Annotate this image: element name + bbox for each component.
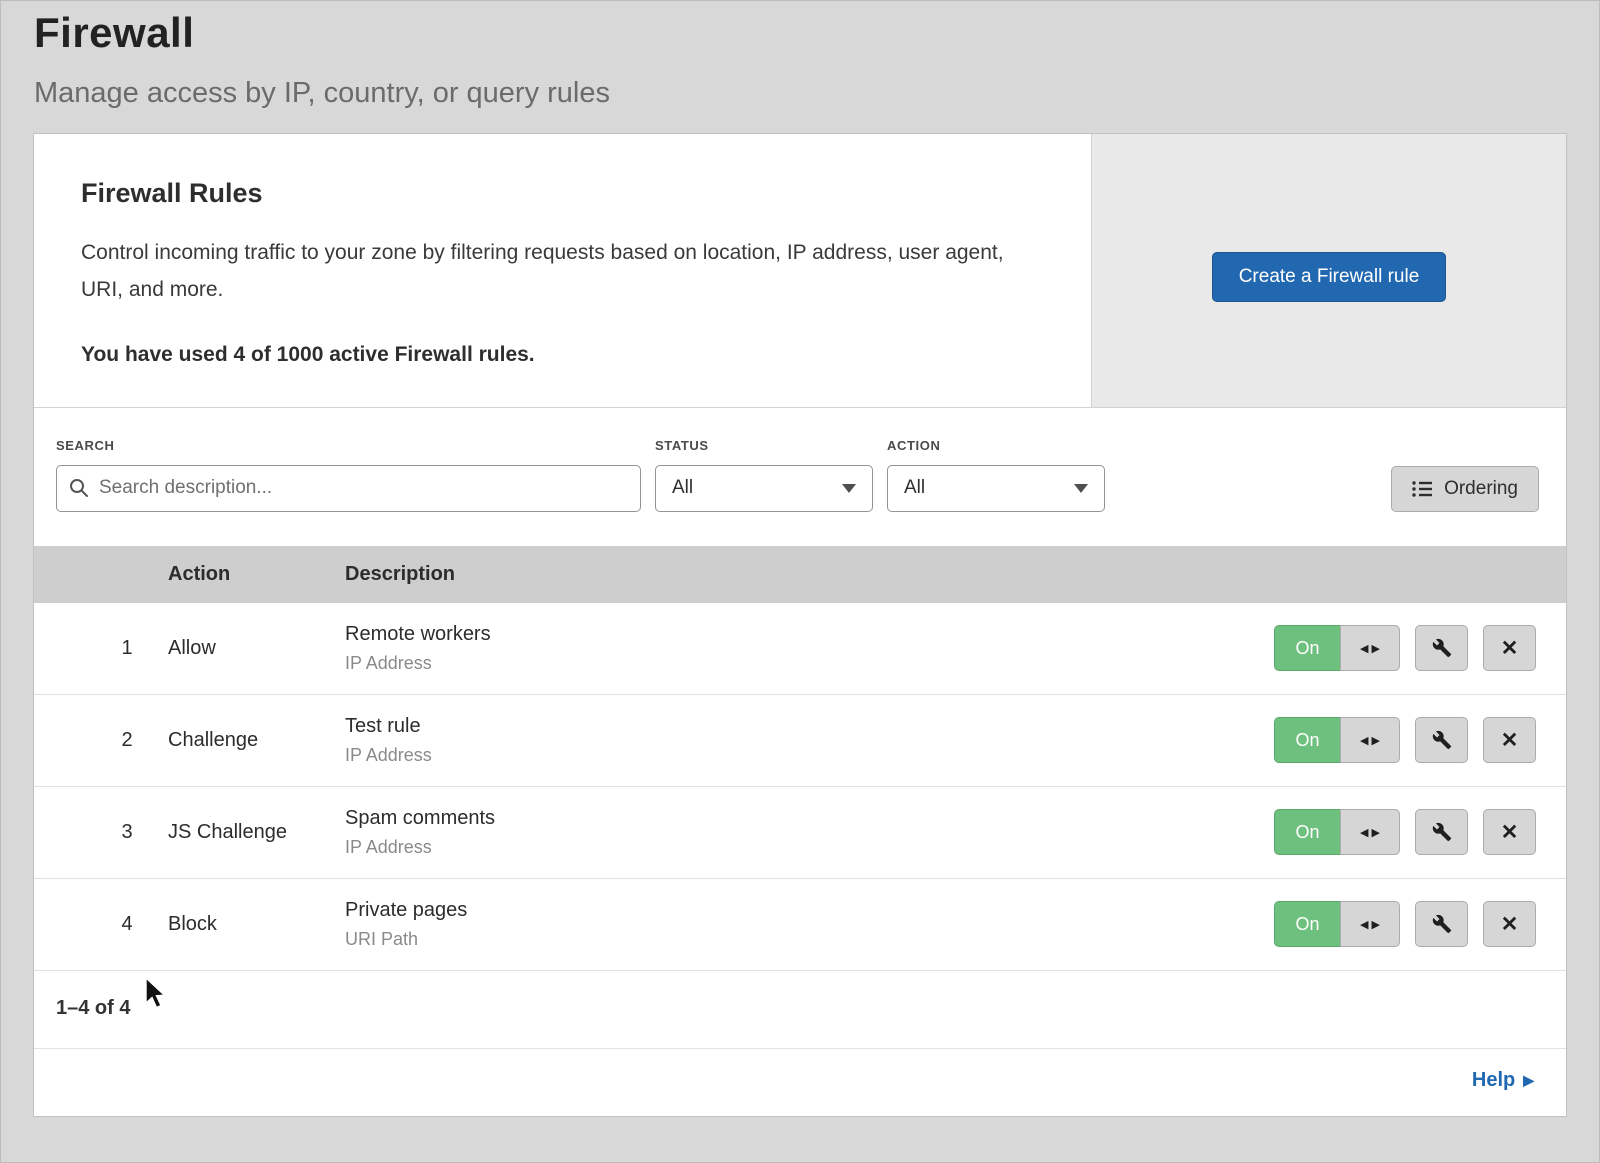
- rule-reorder-control[interactable]: ◀▶: [1340, 809, 1400, 855]
- rule-description: Private pages: [345, 899, 1246, 922]
- arrow-left-icon: ◀: [1360, 642, 1368, 655]
- rule-edit-button[interactable]: [1415, 901, 1468, 947]
- wrench-icon: [1432, 730, 1452, 750]
- status-filter: STATUS All: [655, 438, 873, 512]
- rule-priority: 3: [34, 821, 168, 844]
- arrow-right-icon: ▶: [1372, 918, 1380, 931]
- rule-edit-button[interactable]: [1415, 625, 1468, 671]
- rule-field-type: IP Address: [345, 837, 1246, 858]
- filters-bar: SEARCH STATUS All ACTION All: [34, 408, 1566, 546]
- rule-reorder-control[interactable]: ◀▶: [1340, 625, 1400, 671]
- action-select-value: All: [904, 477, 925, 499]
- page-subtitle: Manage access by IP, country, or query r…: [34, 77, 1566, 110]
- rules-heading: Firewall Rules: [81, 178, 1021, 209]
- table-row: 3 JS Challenge Spam comments IP Address …: [34, 787, 1566, 879]
- rule-action: Allow: [168, 637, 345, 660]
- table-row: 1 Allow Remote workers IP Address On ◀▶ …: [34, 603, 1566, 695]
- action-label: ACTION: [887, 438, 1105, 453]
- rule-enabled-toggle[interactable]: On: [1274, 717, 1340, 763]
- chevron-down-icon: [842, 484, 856, 493]
- help-link-label: Help: [1472, 1069, 1515, 1092]
- rule-delete-button[interactable]: ✕: [1483, 625, 1536, 671]
- help-link[interactable]: Help ▶: [1472, 1069, 1534, 1092]
- table-row: 4 Block Private pages URI Path On ◀▶ ✕: [34, 879, 1566, 971]
- arrow-right-icon: ▶: [1372, 642, 1380, 655]
- help-row: Help ▶: [34, 1049, 1566, 1116]
- create-firewall-rule-button[interactable]: Create a Firewall rule: [1212, 252, 1447, 302]
- rule-description: Spam comments: [345, 807, 1246, 830]
- search-label: SEARCH: [56, 438, 641, 453]
- rules-panel-text: Firewall Rules Control incoming traffic …: [34, 134, 1091, 407]
- rule-field-type: IP Address: [345, 745, 1246, 766]
- ordering-list-icon: [1412, 480, 1432, 498]
- arrow-right-icon: ▶: [1523, 1072, 1534, 1089]
- arrow-right-icon: ▶: [1372, 734, 1380, 747]
- rule-description: Remote workers: [345, 623, 1246, 646]
- rule-delete-button[interactable]: ✕: [1483, 809, 1536, 855]
- rules-description: Control incoming traffic to your zone by…: [81, 235, 1021, 309]
- rule-field-type: URI Path: [345, 929, 1246, 950]
- arrow-right-icon: ▶: [1372, 826, 1380, 839]
- close-icon: ✕: [1501, 728, 1519, 753]
- action-select[interactable]: All: [887, 465, 1105, 512]
- column-header-action: Action: [168, 563, 345, 586]
- rule-enabled-toggle[interactable]: On: [1274, 901, 1340, 947]
- rule-delete-button[interactable]: ✕: [1483, 717, 1536, 763]
- rule-action: Challenge: [168, 729, 345, 752]
- rule-action: JS Challenge: [168, 821, 345, 844]
- table-header: Action Description: [34, 546, 1566, 603]
- firewall-card: Firewall Rules Control incoming traffic …: [34, 134, 1566, 1116]
- arrow-left-icon: ◀: [1360, 734, 1368, 747]
- rules-panel: Firewall Rules Control incoming traffic …: [34, 134, 1566, 408]
- search-filter: SEARCH: [56, 438, 641, 512]
- rule-enabled-toggle[interactable]: On: [1274, 625, 1340, 671]
- rule-edit-button[interactable]: [1415, 717, 1468, 763]
- status-select[interactable]: All: [655, 465, 873, 512]
- arrow-left-icon: ◀: [1360, 918, 1368, 931]
- rule-field-type: IP Address: [345, 653, 1246, 674]
- rule-priority: 4: [34, 913, 168, 936]
- rule-edit-button[interactable]: [1415, 809, 1468, 855]
- close-icon: ✕: [1501, 636, 1519, 661]
- page-header: Firewall Manage access by IP, country, o…: [1, 1, 1599, 110]
- rule-reorder-control[interactable]: ◀▶: [1340, 901, 1400, 947]
- rule-priority: 1: [34, 637, 168, 660]
- chevron-down-icon: [1074, 484, 1088, 493]
- wrench-icon: [1432, 822, 1452, 842]
- arrow-left-icon: ◀: [1360, 826, 1368, 839]
- page-title: Firewall: [34, 9, 1566, 57]
- pagination-text: 1–4 of 4: [34, 971, 1566, 1049]
- wrench-icon: [1432, 914, 1452, 934]
- action-filter: ACTION All: [887, 438, 1105, 512]
- close-icon: ✕: [1501, 912, 1519, 937]
- rules-panel-side: Create a Firewall rule: [1091, 134, 1566, 407]
- rules-usage: You have used 4 of 1000 active Firewall …: [81, 343, 1021, 367]
- close-icon: ✕: [1501, 820, 1519, 845]
- search-icon: [69, 478, 89, 498]
- rule-enabled-toggle[interactable]: On: [1274, 809, 1340, 855]
- rule-description: Test rule: [345, 715, 1246, 738]
- wrench-icon: [1432, 638, 1452, 658]
- rule-delete-button[interactable]: ✕: [1483, 901, 1536, 947]
- rule-priority: 2: [34, 729, 168, 752]
- ordering-button[interactable]: Ordering: [1391, 466, 1539, 512]
- status-label: STATUS: [655, 438, 873, 453]
- ordering-button-label: Ordering: [1444, 478, 1518, 500]
- column-header-description: Description: [345, 563, 1246, 586]
- rule-action: Block: [168, 913, 345, 936]
- table-row: 2 Challenge Test rule IP Address On ◀▶ ✕: [34, 695, 1566, 787]
- status-select-value: All: [672, 477, 693, 499]
- rule-reorder-control[interactable]: ◀▶: [1340, 717, 1400, 763]
- search-input[interactable]: [56, 465, 641, 512]
